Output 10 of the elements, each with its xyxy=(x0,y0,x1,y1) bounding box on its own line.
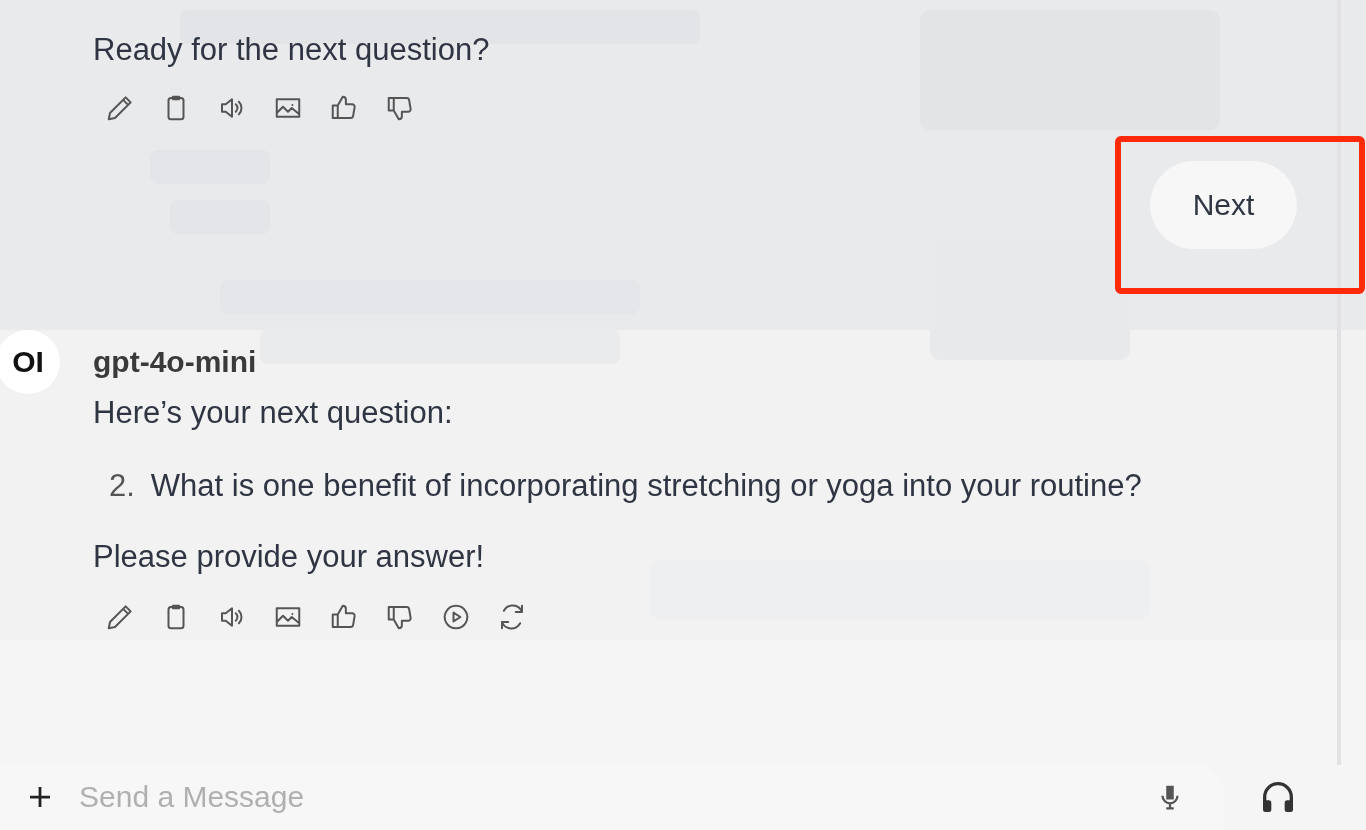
message-text: Ready for the next question? xyxy=(93,31,491,69)
list-number: 2. xyxy=(109,467,135,505)
edit-icon[interactable] xyxy=(105,602,135,632)
message-text: Please provide your answer! xyxy=(93,538,486,576)
message-input[interactable]: Send a Message xyxy=(77,779,1155,815)
list-item-text: What is one benefit of incorporating stretching or yoga into your routine? xyxy=(150,467,1142,505)
play-icon[interactable] xyxy=(441,602,471,632)
model-name: gpt-4o-mini xyxy=(93,344,258,380)
edit-icon[interactable] xyxy=(105,93,135,123)
message-text: Here’s your next question: xyxy=(93,394,454,432)
